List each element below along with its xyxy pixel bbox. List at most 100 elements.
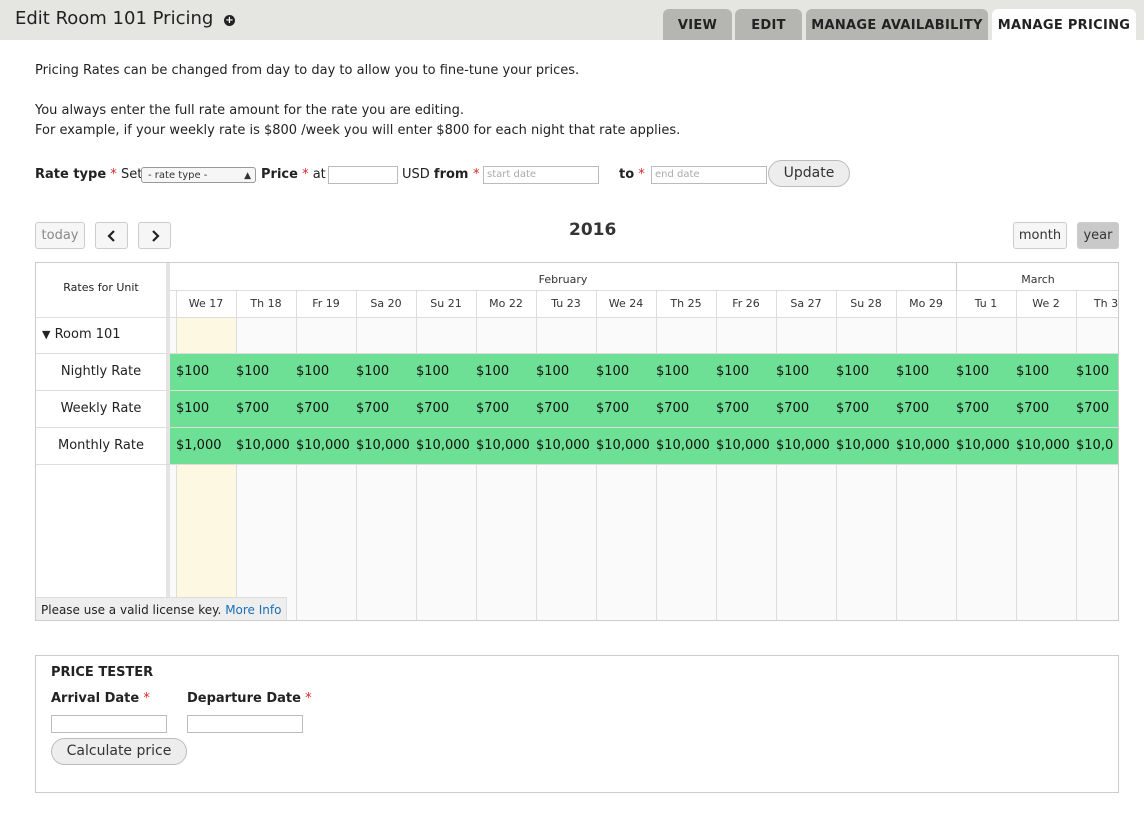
day-header: We 2 — [1032, 297, 1060, 310]
rate-cell[interactable]: $10,000 — [230, 428, 290, 464]
arrival-date-input[interactable] — [51, 715, 167, 733]
rate-cell[interactable]: $10,000 — [530, 428, 590, 464]
rate-cell[interactable]: $10,0 — [1070, 428, 1118, 464]
month-view-button[interactable]: month — [1013, 222, 1067, 249]
rate-cell[interactable]: $10,000 — [1010, 428, 1070, 464]
end-date-input[interactable]: end date — [651, 166, 767, 184]
rate-cell[interactable]: $100 — [410, 354, 470, 390]
rate-cell[interactable]: $10,000 — [890, 428, 950, 464]
prev-button[interactable] — [95, 222, 128, 249]
collapse-triangle-icon[interactable]: ▼︎ — [42, 328, 50, 341]
rate-cell[interactable]: $10,000 — [410, 428, 470, 464]
rate-cell[interactable]: $10,000 — [290, 428, 350, 464]
rate-cell[interactable]: $100 — [1010, 354, 1070, 390]
month-march: March — [1021, 273, 1055, 286]
day-header: Mo 22 — [489, 297, 523, 310]
update-button[interactable]: Update — [768, 160, 850, 187]
rate-cell[interactable]: $10,000 — [950, 428, 1010, 464]
price-tester-title: PRICE TESTER — [51, 665, 154, 680]
rate-cell[interactable]: $100 — [230, 354, 290, 390]
day-header: We 24 — [608, 297, 644, 310]
next-button[interactable] — [138, 222, 171, 249]
rate-cell[interactable]: $10,000 — [650, 428, 710, 464]
rate-type-label: Rate type * Set — [35, 167, 143, 182]
rate-cell[interactable]: $700 — [290, 391, 350, 427]
rate-cell[interactable]: $100 — [590, 354, 650, 390]
rate-cell[interactable]: $700 — [1070, 391, 1118, 427]
rate-cell[interactable]: $700 — [590, 391, 650, 427]
rate-cell[interactable]: $100 — [470, 354, 530, 390]
monthly-rate-label: Monthly Rate — [58, 438, 144, 453]
unit-row-bg — [170, 317, 1118, 353]
unit-row-label[interactable]: ▼︎ Room 101 — [42, 327, 172, 342]
license-notice: Please use a valid license key. More Inf… — [36, 597, 288, 620]
rate-cell[interactable]: $700 — [950, 391, 1010, 427]
rate-cell[interactable]: $700 — [530, 391, 590, 427]
rate-cell[interactable]: $700 — [470, 391, 530, 427]
rate-cell[interactable]: $700 — [710, 391, 770, 427]
rate-cell[interactable]: $100 — [950, 354, 1010, 390]
rate-cell[interactable]: $10,000 — [470, 428, 530, 464]
departure-date-label: Departure Date * — [187, 691, 312, 706]
month-february: February — [538, 273, 588, 286]
year-view-button[interactable]: year — [1077, 222, 1119, 249]
header-bottom-line — [36, 317, 1118, 318]
arrival-date-label: Arrival Date * — [51, 691, 150, 706]
calculate-price-button[interactable]: Calculate price — [51, 738, 187, 765]
rate-cell[interactable]: $10,000 — [590, 428, 650, 464]
more-info-link[interactable]: More Info — [225, 603, 281, 617]
rate-cell[interactable]: $100 — [710, 354, 770, 390]
rate-cell[interactable]: $100 — [890, 354, 950, 390]
weekly-rate-label: Weekly Rate — [60, 401, 142, 416]
rate-cell[interactable]: $100 — [530, 354, 590, 390]
rate-cell[interactable]: $700 — [890, 391, 950, 427]
rate-cell[interactable]: $10,000 — [350, 428, 410, 464]
rate-cell[interactable]: $700 — [1010, 391, 1070, 427]
departure-date-input[interactable] — [187, 715, 303, 733]
intro-line-1: Pricing Rates can be changed from day to… — [35, 63, 580, 78]
tab-manage-pricing[interactable]: MANAGE PRICING — [992, 9, 1136, 40]
rate-cell[interactable]: $100 — [770, 354, 830, 390]
rate-cell[interactable]: $700 — [830, 391, 890, 427]
rate-type-select[interactable]: - rate type - ▲︎ — [141, 167, 256, 183]
monthly-row-line — [36, 464, 1118, 465]
rate-cell[interactable]: $10,000 — [710, 428, 770, 464]
intro-line-2: You always enter the full rate amount fo… — [35, 103, 464, 118]
rate-cell[interactable]: $100 — [290, 354, 350, 390]
add-icon[interactable]: + — [224, 15, 235, 26]
today-button[interactable]: today — [35, 222, 85, 249]
tab-edit[interactable]: EDIT — [735, 9, 802, 40]
page-title: Edit Room 101 Pricing — [15, 8, 214, 29]
start-date-input[interactable]: start date — [483, 166, 599, 184]
price-input[interactable] — [328, 166, 398, 184]
tab-view[interactable]: VIEW — [663, 9, 732, 40]
resource-header: Rates for Unit — [63, 281, 139, 294]
from-required-mark: * — [473, 167, 480, 182]
rate-cell[interactable]: $700 — [650, 391, 710, 427]
rate-cell[interactable]: $700 — [350, 391, 410, 427]
rate-cell[interactable]: $700 — [770, 391, 830, 427]
day-header: We 17 — [188, 297, 224, 310]
rate-cell[interactable]: $100 — [650, 354, 710, 390]
rate-cell[interactable]: $100 — [350, 354, 410, 390]
day-header: Sa 20 — [370, 297, 402, 310]
day-header: Th 25 — [670, 297, 702, 310]
rate-cell[interactable]: $100 — [1070, 354, 1118, 390]
day-header: Su 28 — [850, 297, 882, 310]
today-unit-cell — [176, 317, 236, 353]
rate-cell[interactable]: $700 — [410, 391, 470, 427]
rate-cell[interactable]: $100 — [830, 354, 890, 390]
rate-cell[interactable]: $10,000 — [830, 428, 890, 464]
to-label: to * — [619, 167, 645, 182]
rate-cell[interactable]: $100 — [170, 354, 230, 390]
rate-cell[interactable]: $100 — [170, 391, 230, 427]
rate-cell[interactable]: $700 — [230, 391, 290, 427]
tab-manage-availability[interactable]: MANAGE AVAILABILITY — [806, 9, 988, 40]
month-separator — [956, 263, 957, 291]
rate-cell[interactable]: $10,000 — [770, 428, 830, 464]
rate-cell[interactable]: $1,000 — [170, 428, 230, 464]
day-header: Fr 26 — [732, 297, 760, 310]
chevron-left-icon — [106, 230, 115, 242]
day-header: Su 21 — [430, 297, 462, 310]
select-arrows-icon: ▲︎ — [244, 171, 251, 181]
